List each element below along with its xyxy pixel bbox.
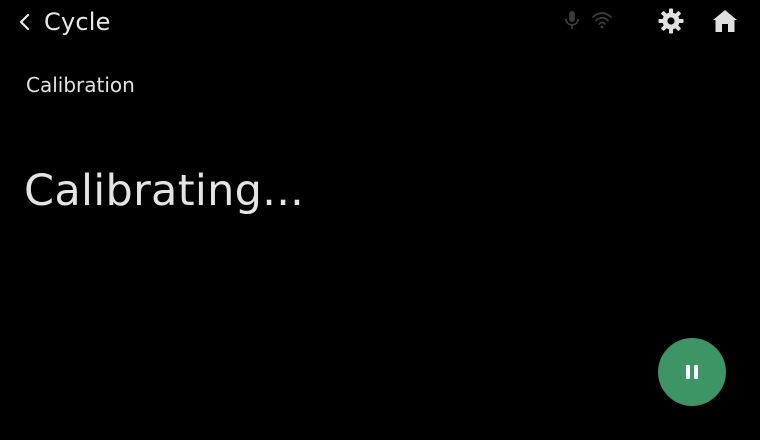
settings-button[interactable] <box>654 4 688 38</box>
chevron-left-icon <box>19 13 30 31</box>
screen-title: Cycle <box>44 8 111 36</box>
top-bar: Cycle <box>0 0 760 44</box>
wifi-icon <box>592 12 612 29</box>
pause-icon <box>686 365 698 379</box>
status-icons <box>560 6 614 34</box>
home-icon <box>713 10 737 32</box>
section-label: Calibration <box>26 73 135 97</box>
microphone-icon <box>565 11 579 29</box>
back-button[interactable]: Cycle <box>14 4 111 40</box>
gear-icon <box>658 8 684 34</box>
home-button[interactable] <box>708 4 742 38</box>
cycle-screen: Cycle Calibration Calibrating... <box>0 0 760 440</box>
calibration-status-message: Calibrating... <box>24 166 305 216</box>
pause-button[interactable] <box>658 338 726 406</box>
